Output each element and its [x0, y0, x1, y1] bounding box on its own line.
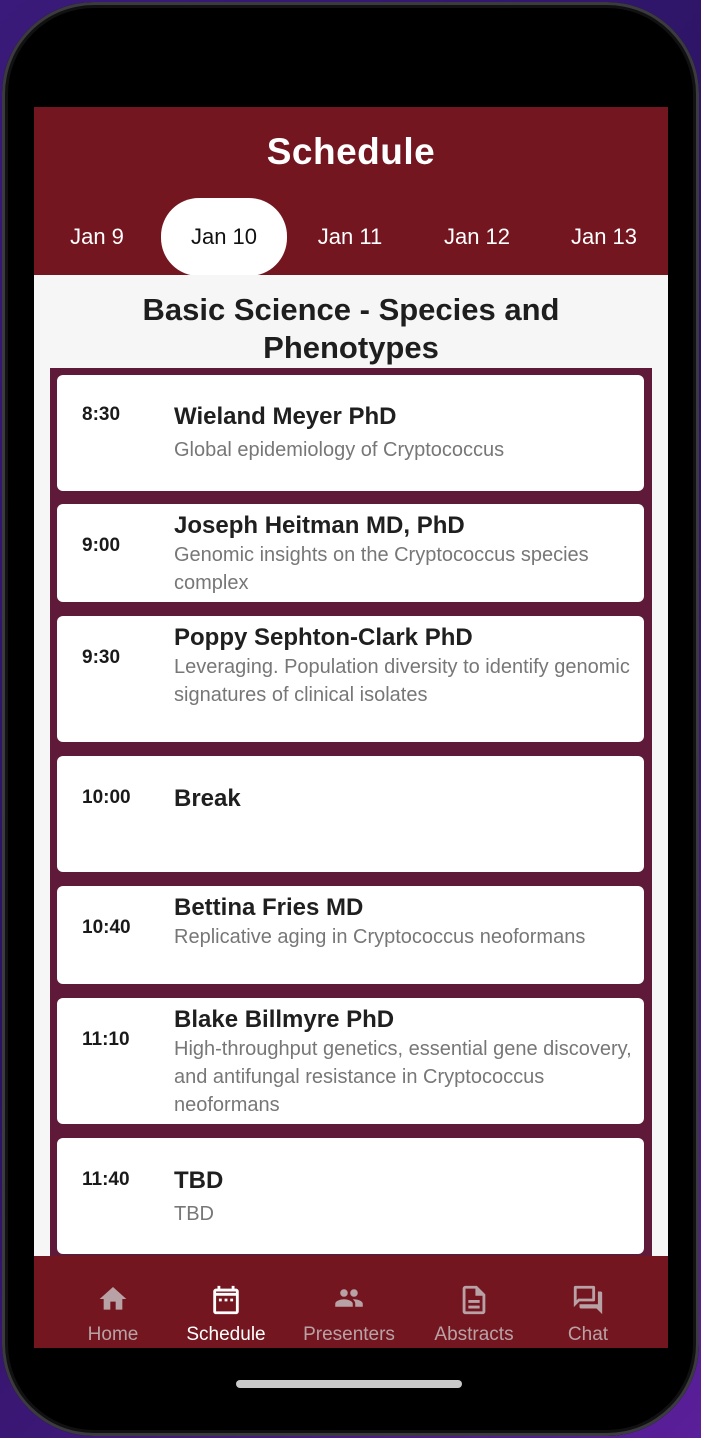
item-speaker: Blake Billmyre PhD: [174, 1006, 395, 1033]
home-icon: [99, 1287, 127, 1310]
app-header: Schedule Jan 9 Jan 10 Jan 11 Jan 12 Jan …: [34, 107, 668, 276]
schedule-item[interactable]: 10:40 Bettina Fries MD Replicative aging…: [57, 886, 644, 984]
nav-label: Home: [87, 1324, 139, 1345]
item-time: 9:00: [82, 535, 121, 556]
nav-chat[interactable]: Chat: [534, 1256, 642, 1348]
session-list: 8:30 Wieland Meyer PhD Global epidemiolo…: [50, 368, 652, 1268]
people-icon: [335, 1289, 363, 1307]
schedule-item[interactable]: 9:00 Joseph Heitman MD, PhD Genomic insi…: [57, 504, 644, 602]
item-time: 8:30: [82, 404, 121, 425]
item-time: 11:40: [82, 1169, 130, 1190]
page-title: Schedule: [266, 131, 436, 172]
nav-presenters[interactable]: Presenters: [287, 1256, 411, 1348]
phone-frame: Schedule Jan 9 Jan 10 Jan 11 Jan 12 Jan …: [2, 2, 699, 1436]
nav-abstracts[interactable]: Abstracts: [412, 1256, 536, 1348]
schedule-item[interactable]: 11:10 Blake Billmyre PhD High-throughput…: [57, 998, 644, 1124]
chat-icon: [573, 1285, 603, 1315]
nav-schedule[interactable]: Schedule: [165, 1256, 287, 1348]
tab-jan-12[interactable]: Jan 12: [414, 199, 540, 275]
item-talk: TBD: [174, 1203, 214, 1225]
tab-jan-13[interactable]: Jan 13: [541, 199, 667, 275]
schedule-content[interactable]: Basic Science - Species and Phenotypes 8…: [34, 275, 668, 1268]
nav-home[interactable]: Home: [52, 1256, 174, 1348]
home-indicator[interactable]: [236, 1380, 462, 1388]
item-speaker: TBD: [174, 1167, 224, 1194]
nav-label: Schedule: [186, 1324, 266, 1345]
schedule-item[interactable]: 10:00 Break: [57, 756, 644, 872]
bottom-nav: Home Schedule Presenters Abstracts Chat: [34, 1256, 668, 1348]
item-talk: Leveraging. Population diversity to iden…: [174, 656, 630, 706]
item-talk: Genomic insights on the Cryptococcus spe…: [174, 544, 589, 594]
document-icon: [462, 1285, 486, 1315]
item-speaker: Break: [174, 785, 241, 812]
item-time: 11:10: [82, 1029, 130, 1050]
item-talk: Global epidemiology of Cryptococcus: [174, 439, 505, 461]
item-time: 9:30: [82, 647, 121, 668]
item-speaker: Joseph Heitman MD, PhD: [174, 512, 465, 539]
schedule-item[interactable]: 11:40 TBD TBD: [57, 1138, 644, 1254]
calendar-icon: [213, 1285, 239, 1315]
session-title: Basic Science - Species and Phenotypes: [142, 292, 560, 365]
item-speaker: Wieland Meyer PhD: [174, 403, 397, 430]
item-time: 10:40: [82, 917, 131, 938]
item-speaker: Bettina Fries MD: [174, 894, 364, 921]
app-screen: Schedule Jan 9 Jan 10 Jan 11 Jan 12 Jan …: [34, 107, 668, 1348]
nav-label: Chat: [567, 1324, 609, 1345]
item-speaker: Poppy Sephton-Clark PhD: [174, 624, 473, 651]
item-talk: High-throughput genetics, essential gene…: [174, 1038, 632, 1116]
tab-jan-10[interactable]: Jan 10: [161, 198, 287, 276]
tab-jan-9[interactable]: Jan 9: [34, 199, 160, 275]
nav-label: Presenters: [303, 1324, 395, 1345]
item-talk: Replicative aging in Cryptococcus neofor…: [174, 926, 586, 948]
tab-jan-11[interactable]: Jan 11: [287, 199, 413, 275]
date-tabs: Jan 9 Jan 10 Jan 11 Jan 12 Jan 13: [34, 198, 668, 276]
schedule-item[interactable]: 9:30 Poppy Sephton-Clark PhD Leveraging.…: [57, 616, 644, 742]
item-time: 10:00: [82, 787, 131, 808]
nav-label: Abstracts: [434, 1324, 514, 1345]
schedule-item[interactable]: 8:30 Wieland Meyer PhD Global epidemiolo…: [57, 375, 644, 491]
